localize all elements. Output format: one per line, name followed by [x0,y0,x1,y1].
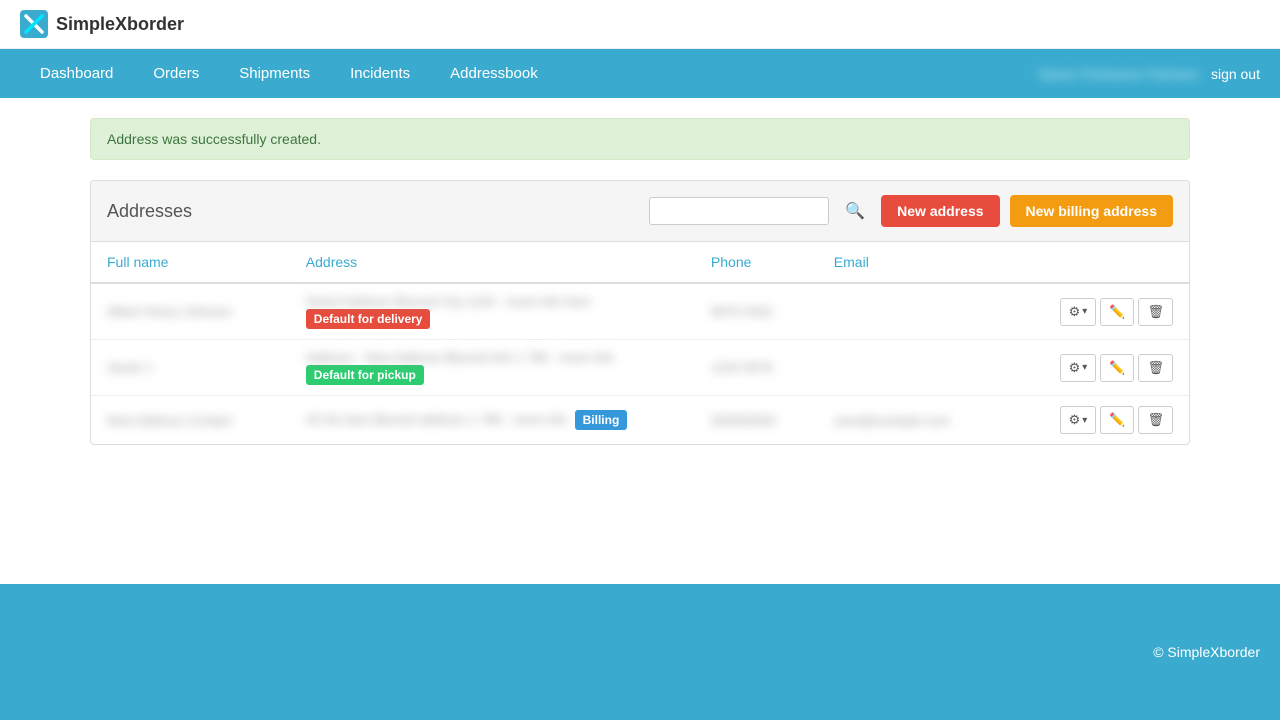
chevron-down-icon: ▾ [1082,362,1087,373]
cell-actions: ⚙ ▾ ✏️ 🗑 [1005,340,1189,396]
badge-delivery: Default for delivery [306,309,431,329]
table-row: New Address Contact 45 the lane Blurred … [91,396,1189,445]
col-address: Address [290,242,695,283]
nav-dashboard[interactable]: Dashboard [20,49,133,98]
cell-address: 45 the lane Blurred address 1 789 - more… [290,396,695,445]
cell-email [818,283,1005,340]
col-email: Email [818,242,1005,283]
cell-phone: 9876 5432 [695,283,818,340]
col-fullname: Full name [91,242,290,283]
nav-incidents[interactable]: Incidents [330,49,430,98]
trash-icon: 🗑 [1147,304,1164,320]
search-icon: 🔍 [845,203,865,220]
trash-icon: 🗑 [1147,412,1164,428]
addresses-table-container: Full name Address Phone Email Albert Hen… [90,242,1190,445]
nav-right: Name Firstname Partners sign out [1039,66,1260,82]
logo-text: SimpleXborder [56,14,184,35]
addresses-controls: 🔍 New address New billing address [649,195,1173,227]
new-address-button[interactable]: New address [881,195,999,227]
cell-name: Sarah J [91,340,290,396]
cell-email: user@example.com [818,396,1005,445]
gear-icon: ⚙ [1069,360,1081,376]
header: SimpleXborder [0,0,1280,49]
edit-icon: ✏️ [1109,360,1125,376]
edit-button-0[interactable]: ✏️ [1100,298,1134,326]
delete-button-1[interactable]: 🗑 [1138,354,1173,382]
nav-links: Dashboard Orders Shipments Incidents Add… [20,49,558,98]
cell-address: Address - New Address Blurred info 1 789… [290,340,695,396]
cell-actions: ⚙ ▾ ✏️ 🗑 [1005,396,1189,445]
signout-link[interactable]: sign out [1211,66,1260,82]
nav-user: Name Firstname Partners [1039,66,1199,82]
col-actions [1005,242,1189,283]
edit-button-2[interactable]: ✏️ [1100,406,1134,434]
cell-name: New Address Contact [91,396,290,445]
badge-billing: Billing [575,410,628,430]
nav: Dashboard Orders Shipments Incidents Add… [0,49,1280,98]
search-input[interactable] [649,197,829,225]
new-billing-address-button[interactable]: New billing address [1010,195,1173,227]
addresses-table: Full name Address Phone Email Albert Hen… [91,242,1189,444]
nav-shipments[interactable]: Shipments [219,49,330,98]
main-content: Address was successfully created. Addres… [70,98,1210,465]
cell-address: Street Address Blurred City 1234 - more … [290,283,695,340]
table-row: Sarah J Address - New Address Blurred in… [91,340,1189,396]
chevron-down-icon: ▾ [1082,415,1087,426]
addresses-header: Addresses 🔍 New address New billing addr… [90,180,1190,242]
logo-icon [20,10,48,38]
footer: © SimpleXborder [0,584,1280,720]
cell-phone: 000000000 [695,396,818,445]
delete-button-0[interactable]: 🗑 [1138,298,1173,326]
badge-pickup: Default for pickup [306,365,424,385]
footer-text: © SimpleXborder [1153,644,1260,660]
settings-button-1[interactable]: ⚙ ▾ [1060,354,1097,382]
nav-orders[interactable]: Orders [133,49,219,98]
table-header-row: Full name Address Phone Email [91,242,1189,283]
settings-button-2[interactable]: ⚙ ▾ [1060,406,1097,434]
cell-actions: ⚙ ▾ ✏️ 🗑 [1005,283,1189,340]
settings-button-0[interactable]: ⚙ ▾ [1060,298,1097,326]
delete-button-2[interactable]: 🗑 [1138,406,1173,434]
cell-phone: 1234 5678 [695,340,818,396]
cell-email [818,340,1005,396]
edit-button-1[interactable]: ✏️ [1100,354,1134,382]
search-button[interactable]: 🔍 [839,197,871,225]
success-alert: Address was successfully created. [90,118,1190,160]
addresses-title: Addresses [107,201,192,222]
nav-addressbook[interactable]: Addressbook [430,49,558,98]
table-row: Albert Henry Johnson Street Address Blur… [91,283,1189,340]
edit-icon: ✏️ [1109,412,1125,428]
col-phone: Phone [695,242,818,283]
trash-icon: 🗑 [1147,360,1164,376]
alert-message: Address was successfully created. [107,131,321,147]
gear-icon: ⚙ [1069,412,1081,428]
gear-icon: ⚙ [1069,304,1081,320]
edit-icon: ✏️ [1109,304,1125,320]
cell-name: Albert Henry Johnson [91,283,290,340]
logo-link[interactable]: SimpleXborder [20,10,184,38]
chevron-down-icon: ▾ [1082,306,1087,317]
